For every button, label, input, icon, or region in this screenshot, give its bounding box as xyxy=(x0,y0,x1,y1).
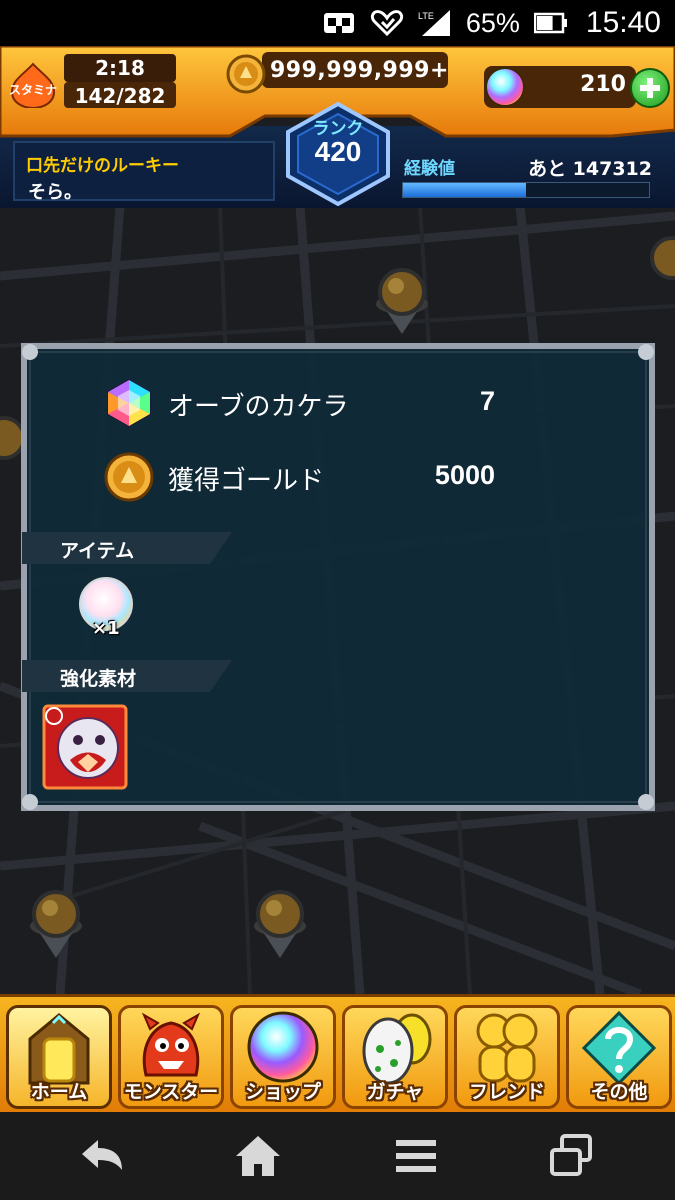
add-orb-button[interactable] xyxy=(630,68,670,108)
vr-icon xyxy=(323,13,354,33)
reward-row-gold: 獲得ゴールド 5000 xyxy=(20,452,656,502)
exp-bar xyxy=(402,182,650,198)
gold-value: 999,999,999+ xyxy=(270,58,449,83)
gold-reward-value: 5000 xyxy=(434,460,495,490)
exp-bar-fill xyxy=(403,183,526,197)
system-nav-bar xyxy=(0,1112,675,1200)
gold-coin-icon xyxy=(104,452,154,502)
tab-gacha-label: ガチャ xyxy=(366,1081,424,1103)
exp-remaining: あと 147312 xyxy=(528,158,652,180)
other-icon xyxy=(581,1010,657,1086)
stamina-count: 142/282 xyxy=(74,84,166,108)
rank-value: 420 xyxy=(314,136,362,167)
tab-friend-label: フレンド xyxy=(468,1081,545,1103)
clock: 15:40 xyxy=(585,6,661,39)
stamina-icon: スタミナ xyxy=(9,62,57,108)
player-title: 口先だけのルーキー xyxy=(26,156,179,176)
item-orb-reward[interactable]: ×1 xyxy=(76,574,136,639)
orb-fragment-label: オーブのカケラ xyxy=(168,392,349,422)
materials-header-label: 強化素材 xyxy=(60,668,137,690)
status-bar: LTE 65% 15:40 xyxy=(0,0,675,46)
network-label: LTE xyxy=(418,11,434,21)
battery-percent: 65% xyxy=(465,7,520,38)
shop-orb-icon xyxy=(247,1011,319,1083)
material-monster-card[interactable] xyxy=(42,704,128,790)
home-icon xyxy=(28,1013,90,1085)
materials-section-header: 強化素材 xyxy=(22,660,232,692)
heart-icon xyxy=(370,10,403,36)
recents-icon[interactable] xyxy=(548,1134,596,1178)
material-monster-icon xyxy=(42,704,128,790)
gold-reward-label: 獲得ゴールド xyxy=(168,466,325,496)
tab-home-label: ホーム xyxy=(30,1081,88,1103)
player-name: そら。 xyxy=(28,182,82,203)
items-section-header: アイテム xyxy=(22,532,232,564)
gold-coin-icon xyxy=(226,54,266,94)
header: スタミナ 2:18 142/282 999,999,999+ 210 ランク 4… xyxy=(0,46,675,208)
stamina-icon-text: スタミナ xyxy=(9,83,57,97)
tab-home[interactable]: ホーム xyxy=(6,1005,112,1109)
tab-monster-label: モンスター xyxy=(123,1081,219,1103)
bottom-tab-bar: ホーム モンスター ショップ ガチャ フレンド その他 xyxy=(0,994,675,1112)
menu-icon[interactable] xyxy=(392,1134,440,1178)
map-pin[interactable] xyxy=(650,236,675,280)
stamina-timer: 2:18 xyxy=(95,56,145,80)
tab-other[interactable]: その他 xyxy=(566,1005,672,1109)
item-count: ×1 xyxy=(92,618,120,639)
orb-fragment-value: 7 xyxy=(479,386,495,416)
tab-other-label: その他 xyxy=(590,1081,648,1103)
game-screen: スタミナ 2:18 142/282 999,999,999+ 210 ランク 4… xyxy=(0,46,675,1112)
monster-icon xyxy=(141,1012,201,1077)
orb-fragment-icon xyxy=(107,378,151,428)
orb-icon xyxy=(485,67,525,107)
tab-gacha[interactable]: ガチャ xyxy=(342,1005,448,1109)
signal-icon: LTE xyxy=(418,10,450,36)
exp-label: 経験値 xyxy=(404,159,455,179)
tab-monster[interactable]: モンスター xyxy=(118,1005,224,1109)
reward-panel: オーブのカケラ 7 獲得ゴールド 5000 アイテム ×1 強化素材 xyxy=(20,342,656,812)
friend-icon xyxy=(476,1013,538,1083)
tab-shop[interactable]: ショップ xyxy=(230,1005,336,1109)
home-nav-icon[interactable] xyxy=(234,1134,282,1178)
orb-count: 210 xyxy=(580,72,626,97)
items-header-label: アイテム xyxy=(60,540,135,562)
reward-row-orb-fragment: オーブのカケラ 7 xyxy=(20,378,656,428)
back-icon[interactable] xyxy=(78,1134,126,1178)
gacha-egg-icon xyxy=(362,1013,432,1085)
tab-shop-label: ショップ xyxy=(244,1081,321,1103)
tab-friend[interactable]: フレンド xyxy=(454,1005,560,1109)
battery-icon xyxy=(533,12,567,34)
